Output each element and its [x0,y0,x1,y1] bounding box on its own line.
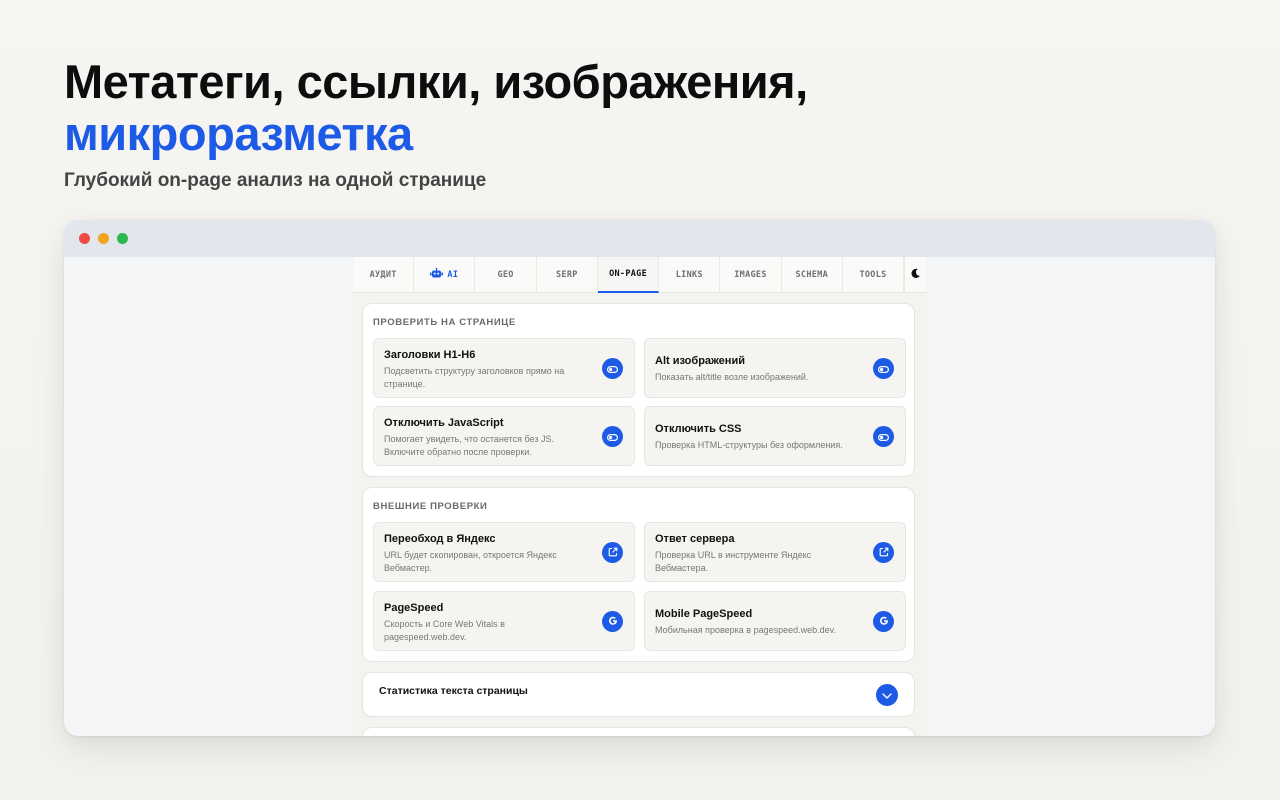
browser-window: АУДИТ AI GEO SERP ON-PAGE LINKS IMAGES S… [64,220,1215,736]
google-icon [879,613,889,631]
toggle-button[interactable] [873,358,894,379]
toggle-icon [878,428,890,446]
tab-label: ON-PAGE [609,269,648,279]
hero-subtitle: Глубокий on-page анализ на одной страниц… [64,170,487,191]
toggle-icon [607,428,619,446]
tile-description: Подсветить структуру заголовков прямо на… [384,366,565,389]
external-link-icon [608,544,618,562]
tile-description: Проверка URL в инструменте Яндекс Вебмас… [655,550,812,573]
hero-title: Метатеги, ссылки, изображения, микроразм… [64,56,1164,160]
text-stats-card[interactable]: Статистика текста страницы [362,672,915,717]
robot-icon [430,267,444,282]
tile-title: Переобход в Яндекс [384,533,496,545]
tile-title: Mobile PageSpeed [655,608,753,620]
pagespeed-tile[interactable]: PageSpeed Скорость и Core Web Vitals в p… [373,591,635,651]
close-window-button[interactable] [79,233,90,244]
maximize-window-button[interactable] [117,233,128,244]
tab-geo[interactable]: GEO [475,257,537,293]
external-checks-card: ВНЕШНИЕ ПРОВЕРКИ Переобход в Яндекс URL … [362,487,915,662]
image-alt-tile[interactable]: Alt изображений Показать alt/title возле… [644,338,906,398]
external-link-icon [879,544,889,562]
chevron-down-icon [882,686,892,704]
toggle-icon [607,360,619,378]
tab-label: SCHEMA [795,270,829,280]
tile-title: Alt изображений [655,355,745,367]
hero-title-accent: микроразметка [64,107,413,160]
hero: Метатеги, ссылки, изображения, микроразм… [64,56,1164,192]
tab-label: IMAGES [734,270,767,280]
tab-on-page[interactable]: ON-PAGE [597,257,660,293]
disable-javascript-tile[interactable]: Отключить JavaScript Помогает увидеть, ч… [373,406,635,466]
tab-label: GEO [497,270,514,280]
toggle-icon [878,360,890,378]
open-link-button[interactable] [602,542,623,563]
open-link-button[interactable] [873,542,894,563]
tile-description: Скорость и Core Web Vitals в pagespeed.w… [384,619,505,642]
toggle-button[interactable] [602,358,623,379]
mobile-pagespeed-tile[interactable]: Mobile PageSpeed Мобильная проверка в pa… [644,591,906,651]
tab-label: АУДИТ [369,270,397,280]
tile-title: PageSpeed [384,602,444,614]
window-titlebar [64,220,1215,257]
google-icon [608,613,618,631]
tab-label: TOOLS [859,270,887,280]
tab-bar: АУДИТ AI GEO SERP ON-PAGE LINKS IMAGES S… [353,257,926,293]
tab-serp[interactable]: SERP [537,257,598,293]
tab-label: SERP [555,270,578,280]
tile-description: URL будет скопирован, откроется Яндекс В… [384,550,557,573]
tab-images[interactable]: IMAGES [720,257,782,293]
server-response-tile[interactable]: Ответ сервера Проверка URL в инструменте… [644,522,906,582]
hero-title-line1: Метатеги, ссылки, изображения, [64,55,808,108]
theme-toggle-button[interactable] [904,257,926,292]
google-button[interactable] [602,611,623,632]
tab-ai[interactable]: AI [414,257,476,293]
tile-title: Заголовки H1-H6 [384,349,476,361]
google-button[interactable] [873,611,894,632]
tab-schema[interactable]: SCHEMA [782,257,843,293]
toggle-button[interactable] [873,426,894,447]
tile-description: Проверка HTML-структуры без оформления. [655,440,843,450]
tab-label: LINKS [675,270,703,280]
extension-panel: АУДИТ AI GEO SERP ON-PAGE LINKS IMAGES S… [353,257,926,736]
minimize-window-button[interactable] [98,233,109,244]
tab-links[interactable]: LINKS [659,257,721,293]
text-stats-title: Статистика текста страницы [379,685,528,697]
section-title: ПРОВЕРИТЬ НА СТРАНИЦЕ [373,317,516,328]
tab-audit[interactable]: АУДИТ [353,257,415,293]
section-title: ВНЕШНИЕ ПРОВЕРКИ [373,501,488,512]
toggle-button[interactable] [602,426,623,447]
tile-title: Ответ сервера [655,533,735,545]
tab-tools[interactable]: TOOLS [843,257,905,293]
tile-description: Мобильная проверка в pagespeed.web.dev. [655,625,836,635]
next-card-partial [362,727,915,736]
tile-description: Помогает увидеть, что останется без JS. … [384,434,554,457]
moon-icon [910,266,921,284]
tile-title: Отключить JavaScript [384,417,504,429]
disable-css-tile[interactable]: Отключить CSS Проверка HTML-структуры бе… [644,406,906,466]
expand-button[interactable] [876,684,898,706]
tab-label: AI [447,270,459,280]
on-page-checks-card: ПРОВЕРИТЬ НА СТРАНИЦЕ Заголовки H1-H6 По… [362,303,915,477]
headings-h1-h6-tile[interactable]: Заголовки H1-H6 Подсветить структуру заг… [373,338,635,398]
tile-description: Показать alt/title возле изображений. [655,372,809,382]
tile-title: Отключить CSS [655,423,742,435]
yandex-recrawl-tile[interactable]: Переобход в Яндекс URL будет скопирован,… [373,522,635,582]
